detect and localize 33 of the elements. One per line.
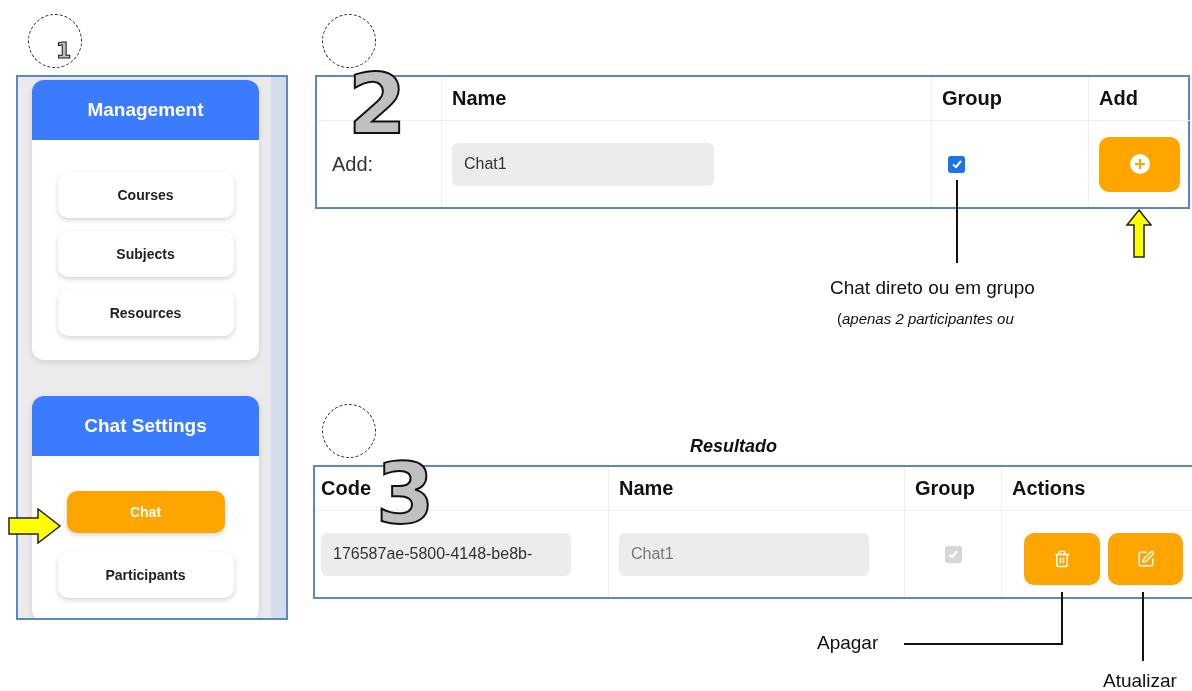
delete-button[interactable] bbox=[1024, 533, 1100, 585]
check-icon bbox=[950, 158, 963, 170]
arrow-icon bbox=[1126, 209, 1152, 258]
annotation-text: Atualizar bbox=[1103, 670, 1177, 691]
card-header: Chat Settings bbox=[32, 396, 259, 456]
add-button[interactable] bbox=[1099, 136, 1180, 192]
menu-button[interactable]: Courses bbox=[57, 172, 234, 218]
menu-button[interactable]: Participants bbox=[57, 552, 234, 598]
column-header: Name bbox=[442, 77, 932, 121]
group-checkbox[interactable] bbox=[948, 155, 965, 173]
leader-line bbox=[1142, 592, 1144, 661]
section-title: Resultado bbox=[690, 436, 777, 457]
column-header: Group bbox=[932, 77, 1089, 121]
annotation-text: Apagar bbox=[817, 632, 879, 654]
column-header: Actions bbox=[1002, 467, 1192, 511]
card-header: Management bbox=[32, 80, 259, 140]
plus-icon bbox=[1129, 154, 1150, 174]
annotation-text: Chat direto ou em grupo bbox=[830, 277, 1035, 299]
edit-icon bbox=[1136, 550, 1155, 568]
annotation-text: (apenas 2 participantes ou bbox=[837, 310, 1014, 327]
menu-button[interactable]: Resources bbox=[57, 290, 234, 336]
code-input[interactable]: 176587ae-5800-4148-be8b- bbox=[321, 532, 571, 576]
trash-icon bbox=[1053, 550, 1071, 568]
name-input[interactable]: Chat1 bbox=[452, 142, 714, 186]
column-header: Group bbox=[905, 467, 1002, 511]
arrow-icon bbox=[8, 508, 62, 544]
column-header: Name bbox=[609, 467, 905, 511]
edit-button[interactable] bbox=[1108, 533, 1183, 585]
row-label: Add: bbox=[331, 152, 374, 176]
column-header: Add bbox=[1089, 77, 1191, 121]
menu-button[interactable]: Subjects bbox=[57, 231, 234, 277]
step-number: 1 bbox=[56, 40, 72, 62]
step-number: 2 bbox=[348, 62, 407, 146]
